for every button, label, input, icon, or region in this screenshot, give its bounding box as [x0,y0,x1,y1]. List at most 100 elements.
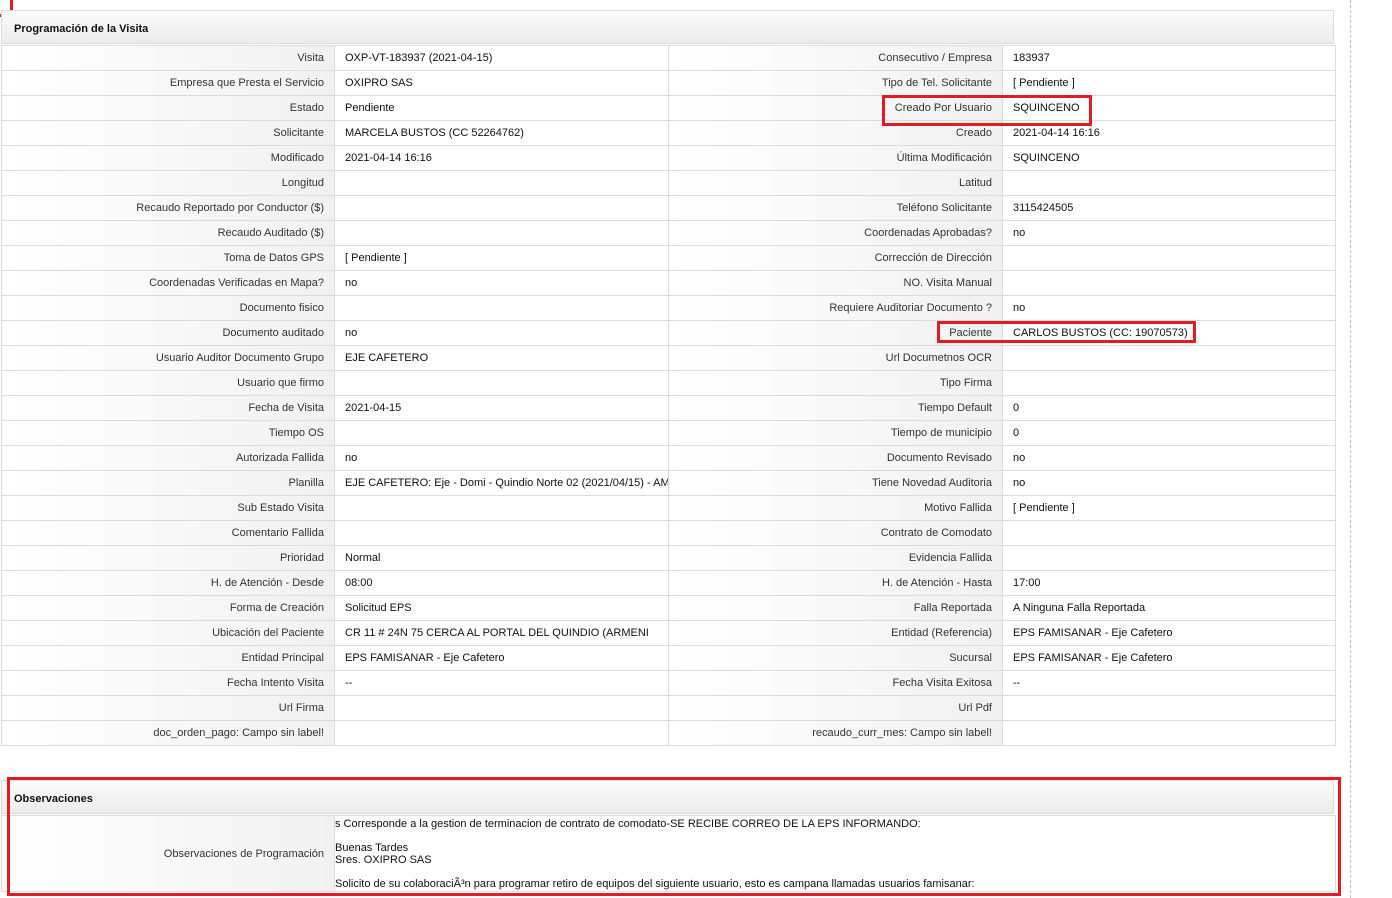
field-label: Tipo de Tel. Solicitante [668,70,1003,96]
table-row: Forma de Creación Solicitud EPS Falla Repo… [1,595,1336,621]
table-row: Recaudo Auditado ($) Coordenadas Aprobada… [1,220,1336,246]
field-label: Tiempo OS [1,420,335,446]
field-label: Toma de Datos GPS [1,245,335,271]
field-label: doc_orden_pago: Campo sin label! [1,720,335,746]
field-label: Contrato de Comodato [668,520,1003,546]
observaciones-row: Observaciones de Programación s Correspo… [1,815,1336,892]
table-row: Entidad Principal EPS FAMISANAR - Eje Caf… [1,645,1336,671]
table-row: Coordenadas Verificadas en Mapa? no NO. V… [1,270,1336,296]
field-value [1002,170,1336,196]
field-label: Recaudo Auditado ($) [1,220,335,246]
field-value: 17:00 [1002,570,1336,596]
table-row: Fecha de Visita 2021-04-15 Tiempo Default… [1,395,1336,421]
field-label: Sucursal [668,645,1003,671]
field-value [334,220,669,246]
field-label: recaudo_curr_mes: Campo sin label! [668,720,1003,746]
field-label: Usuario que firmo [1,370,335,396]
field-value: EPS FAMISANAR - Eje Cafetero [1002,645,1336,671]
field-value [1002,520,1336,546]
observaciones-table: Observaciones de Programación s Correspo… [1,815,1336,892]
field-label: H. de Atención - Desde [1,570,335,596]
field-label: NO. Visita Manual [668,270,1003,296]
table-row: Comentario Fallida Contrato de Comodato [1,520,1336,546]
table-row: H. de Atención - Desde 08:00 H. de Atenció… [1,570,1336,596]
field-value [334,695,669,721]
field-label: Paciente [668,320,1003,346]
field-label: Url Documetnos OCR [668,345,1003,371]
field-label: Tiene Novedad Auditoria [668,470,1003,496]
table-row: Estado Pendiente Creado Por Usuario SQUINCE… [1,95,1336,121]
field-value: no [334,270,669,296]
table-row: Modificado 2021-04-14 16:16 Última Modific… [1,145,1336,171]
field-value: OXIPRO SAS [334,70,669,96]
table-row: Solicitante MARCELA BUSTOS (CC 52264762) C… [1,120,1336,146]
field-value: 3115424505 [1002,195,1336,221]
field-value: no [334,320,669,346]
table-row: Visita OXP-VT-183937 (2021-04-15) Consecut… [1,45,1336,71]
page-edge-divider [1350,0,1351,898]
field-label: Estado [1,95,335,121]
field-value: -- [334,670,669,696]
field-value: A Ninguna Falla Reportada [1002,595,1336,621]
field-value: 0 [1002,420,1336,446]
field-value: MARCELA BUSTOS (CC 52264762) [334,120,669,146]
field-label: Latitud [668,170,1003,196]
field-value [334,370,669,396]
field-value [334,495,669,521]
table-row: Recaudo Reportado por Conductor ($) Teléf… [1,195,1336,221]
field-label: Fecha Visita Exitosa [668,670,1003,696]
field-value: Pendiente [334,95,669,121]
field-label: Documento Revisado [668,445,1003,471]
field-label: Corrección de Dirección [668,245,1003,271]
field-value: no [1002,295,1336,321]
field-value [1002,720,1336,746]
field-label: Creado [668,120,1003,146]
table-row: Longitud Latitud [1,170,1336,196]
field-value: no [334,445,669,471]
table-row: Planilla EJE CAFETERO: Eje - Domi - Quind… [1,470,1336,496]
table-row: Tiempo OS Tiempo de municipio 0 [1,420,1336,446]
field-label: Evidencia Fallida [668,545,1003,571]
table-row: doc_orden_pago: Campo sin label! recaudo_… [1,720,1336,746]
field-label: Documento auditado [1,320,335,346]
field-value [1002,545,1336,571]
field-label: Longitud [1,170,335,196]
field-value: 2021-04-14 16:16 [334,145,669,171]
field-label: Recaudo Reportado por Conductor ($) [1,195,335,221]
field-value [1002,345,1336,371]
field-label: Url Pdf [668,695,1003,721]
field-value: SQUINCENO [1002,95,1336,121]
field-label: Fecha Intento Visita [1,670,335,696]
field-value: no [1002,220,1336,246]
field-value: EPS FAMISANAR - Eje Cafetero [334,645,669,671]
field-label: Tiempo Default [668,395,1003,421]
field-value: no [1002,470,1336,496]
field-value [1002,270,1336,296]
field-value: -- [1002,670,1336,696]
field-label: Documento fisico [1,295,335,321]
field-value: no [1002,445,1336,471]
field-label: Coordenadas Aprobadas? [668,220,1003,246]
field-value: 2021-04-14 16:16 [1002,120,1336,146]
field-label: Comentario Fallida [1,520,335,546]
field-value: 08:00 [334,570,669,596]
field-value: 2021-04-15 [334,395,669,421]
field-label: Motivo Fallida [668,495,1003,521]
field-label: Última Modificación [668,145,1003,171]
obs-text: s Corresponde a la gestion de terminacio… [334,815,1336,892]
field-value [1002,695,1336,721]
section-header-observaciones: Observaciones [1,780,1334,814]
field-value: OXP-VT-183937 (2021-04-15) [334,45,669,71]
field-value: Solicitud EPS [334,595,669,621]
field-label: Autorizada Fallida [1,445,335,471]
field-value [334,420,669,446]
table-row: Usuario que firmo Tipo Firma [1,370,1336,396]
table-row: Prioridad Normal Evidencia Fallida [1,545,1336,571]
field-label: Coordenadas Verificadas en Mapa? [1,270,335,296]
field-value [334,170,669,196]
field-value: EJE CAFETERO: Eje - Domi - Quindio Norte… [334,470,669,496]
visit-details-table: Visita OXP-VT-183937 (2021-04-15) Consecut… [1,45,1336,746]
field-label: Consecutivo / Empresa [668,45,1003,71]
field-label: Usuario Auditor Documento Grupo [1,345,335,371]
field-label: Requiere Auditoriar Documento ? [668,295,1003,321]
